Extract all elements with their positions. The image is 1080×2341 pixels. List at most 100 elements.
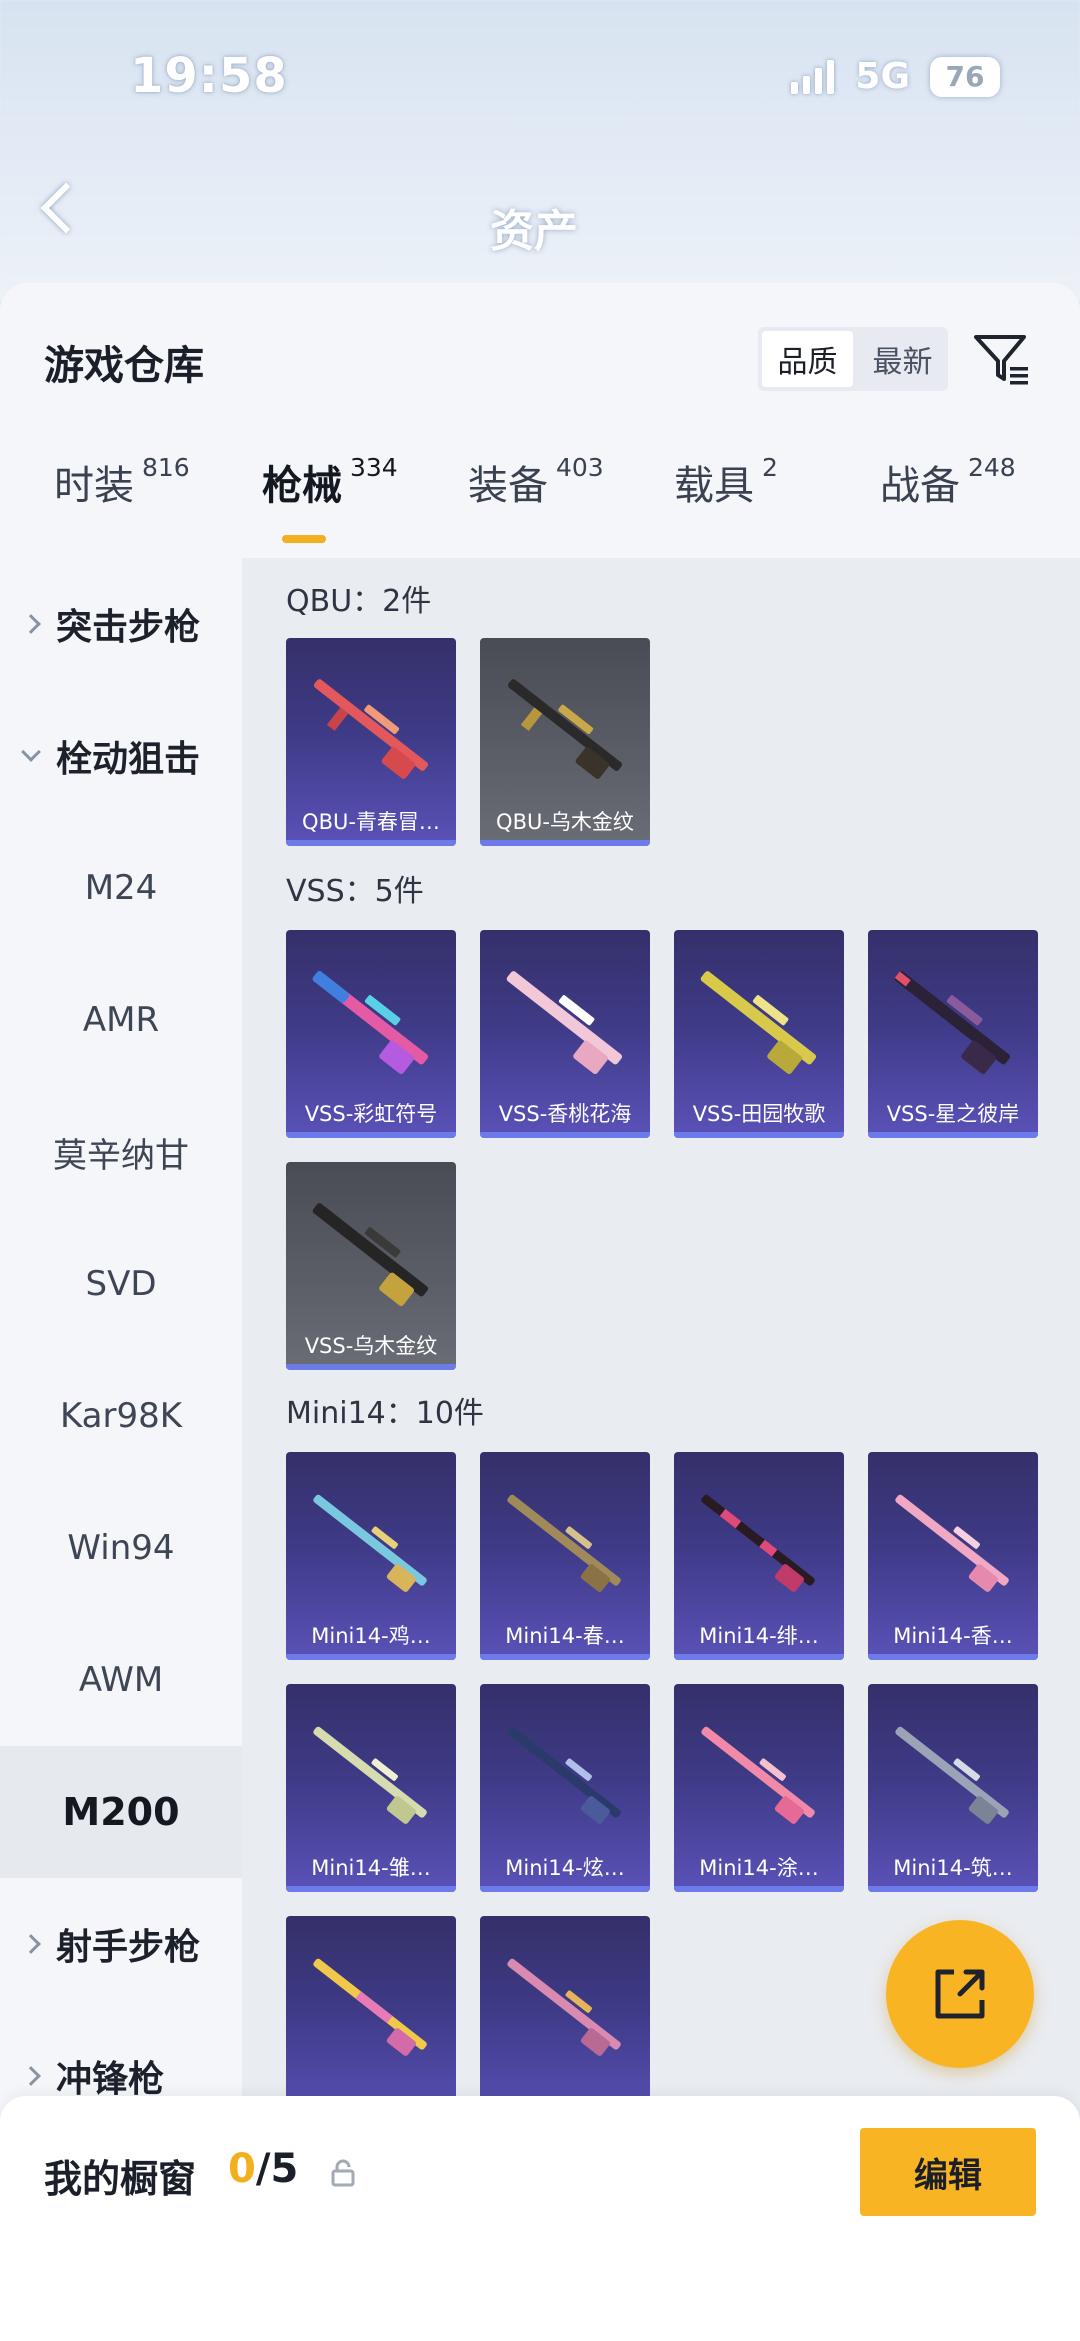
rifle-skin-image [313, 1726, 427, 1824]
showcase-count-current: 0 [228, 2146, 256, 2192]
item-card[interactable]: Mini14-雏… [286, 1684, 456, 1892]
item-name: Mini14-香… [893, 1624, 1013, 1648]
rifle-skin-image [507, 1726, 621, 1824]
subcategory-amr[interactable]: AMR [0, 954, 242, 1086]
item-name: VSS-香桃花海 [498, 1102, 632, 1126]
rifle-skin-image [894, 971, 1011, 1075]
subcategory-win94[interactable]: Win94 [0, 1482, 242, 1614]
subcategory-label: Win94 [67, 1528, 175, 1568]
item-name: VSS-田园牧歌 [692, 1102, 826, 1126]
item-card[interactable]: Mini14-涂… [674, 1684, 844, 1892]
item-card[interactable] [480, 1916, 650, 2124]
tab-equipment[interactable]: 装备 403 [468, 453, 604, 511]
rifle-skin-image [506, 971, 623, 1075]
sort-toggle: 品质 最新 [758, 327, 948, 391]
edit-button[interactable]: 编辑 [860, 2128, 1036, 2216]
tab-count: 248 [968, 453, 1016, 482]
item-card[interactable]: QBU-青春冒… [286, 638, 456, 846]
subcategory-label: 莫辛纳甘 [53, 1135, 189, 1176]
status-time: 19:58 [130, 48, 288, 104]
chevron-down-icon [21, 742, 41, 762]
subcategory-svd[interactable]: SVD [0, 1218, 242, 1350]
filter-icon[interactable] [970, 327, 1034, 391]
section-title-qbu: QBU：2件 [286, 584, 432, 619]
tab-count: 816 [142, 453, 190, 482]
category-marksman-rifle[interactable]: 射手步枪 [0, 1878, 242, 2010]
subcategory-kar98k[interactable]: Kar98K [0, 1350, 242, 1482]
item-card[interactable]: Mini14-香… [868, 1452, 1038, 1660]
battery-indicator: 76 [930, 56, 1000, 97]
item-card[interactable]: Mini14-炫… [480, 1684, 650, 1892]
subcategory-m24[interactable]: M24 [0, 822, 242, 954]
rifle-skin-image [313, 1958, 427, 2056]
rifle-skin-image [312, 971, 429, 1075]
item-card[interactable]: VSS-田园牧歌 [674, 930, 844, 1138]
tab-vehicles[interactable]: 载具 2 [674, 453, 778, 511]
sheet-title: 游戏仓库 [44, 343, 204, 389]
tab-supplies[interactable]: 战备 248 [880, 453, 1016, 511]
item-card[interactable] [286, 1916, 456, 2124]
subcategory-label: SVD [85, 1264, 157, 1304]
subcategory-label: M24 [84, 868, 158, 908]
rifle-skin-image [700, 971, 817, 1075]
lock-icon [331, 2159, 355, 2187]
rifle-skin-image [701, 1494, 815, 1592]
page-title: 资产 [490, 206, 578, 257]
category-label: 栓动狙击 [56, 739, 201, 780]
chevron-right-icon [21, 2066, 41, 2086]
active-tab-indicator [282, 535, 326, 543]
tab-label: 装备 [468, 463, 548, 509]
signal-icon [791, 59, 835, 94]
item-card[interactable]: QBU-乌木金纹 [480, 638, 650, 846]
tab-count: 403 [556, 453, 604, 482]
rifle-skin-image [895, 1494, 1009, 1592]
tab-label: 战备 [880, 463, 960, 509]
showcase-bar: 我的橱窗 0/5 编辑 [0, 2096, 1080, 2341]
rifle-skin-image [313, 1494, 427, 1592]
category-label: 冲锋枪 [56, 2059, 165, 2100]
tab-firearms[interactable]: 枪械 334 [262, 453, 398, 511]
item-card[interactable]: VSS-星之彼岸 [868, 930, 1038, 1138]
share-button[interactable] [886, 1920, 1034, 2068]
tab-fashion[interactable]: 时装 816 [54, 453, 190, 511]
rifle-skin-image [312, 1203, 429, 1307]
item-card[interactable]: VSS-乌木金纹 [286, 1162, 456, 1370]
subcategory-mosin[interactable]: 莫辛纳甘 [0, 1086, 242, 1218]
item-name: Mini14-春… [505, 1624, 625, 1648]
sort-quality-button[interactable]: 品质 [762, 331, 853, 387]
subcategory-label: AWM [78, 1660, 164, 1700]
subcategory-awm[interactable]: AWM [0, 1614, 242, 1746]
item-card[interactable]: Mini14-春… [480, 1452, 650, 1660]
showcase-label: 我的橱窗 [44, 2157, 197, 2201]
section-title-vss: VSS：5件 [286, 874, 424, 909]
showcase-count-max: /5 [255, 2146, 299, 2192]
category-bolt-sniper[interactable]: 栓动狙击 [0, 690, 242, 822]
weapon-category-list: 突击步枪 栓动狙击 M24 AMR 莫辛纳甘 SVD Kar98K Win94 … [0, 558, 242, 2341]
item-card[interactable]: Mini14-鸡… [286, 1452, 456, 1660]
network-type: 5G [855, 56, 910, 97]
tab-label: 枪械 [262, 463, 342, 509]
subcategory-label: AMR [82, 1000, 160, 1040]
item-name: QBU-乌木金纹 [496, 810, 634, 834]
item-name: VSS-乌木金纹 [304, 1334, 438, 1358]
subcategory-m200[interactable]: M200 [0, 1746, 242, 1878]
warehouse-sheet: 游戏仓库 品质 最新 时装 816 枪械 334 装备 403 载具 2 战备 … [0, 283, 1080, 2341]
section-title-mini14: Mini14：10件 [286, 1396, 484, 1431]
item-card[interactable]: VSS-香桃花海 [480, 930, 650, 1138]
item-card[interactable]: Mini14-绯… [674, 1452, 844, 1660]
category-assault-rifle[interactable]: 突击步枪 [0, 558, 242, 690]
item-name: QBU-青春冒… [302, 810, 440, 834]
chevron-right-icon [21, 614, 41, 634]
item-card[interactable]: VSS-彩虹符号 [286, 930, 456, 1138]
item-name: VSS-彩虹符号 [304, 1102, 438, 1126]
category-label: 射手步枪 [56, 1927, 201, 1968]
sort-newest-button[interactable]: 最新 [857, 327, 948, 391]
rifle-skin-image [507, 1958, 621, 2056]
item-card[interactable]: Mini14-筑… [868, 1684, 1038, 1892]
showcase-count: 0/5 [228, 2146, 298, 2192]
item-name: Mini14-炫… [505, 1856, 625, 1880]
status-indicators: 5G 76 [791, 56, 1000, 97]
item-name: Mini14-鸡… [311, 1624, 431, 1648]
share-external-icon [935, 1969, 985, 2019]
item-name: Mini14-雏… [311, 1856, 431, 1880]
